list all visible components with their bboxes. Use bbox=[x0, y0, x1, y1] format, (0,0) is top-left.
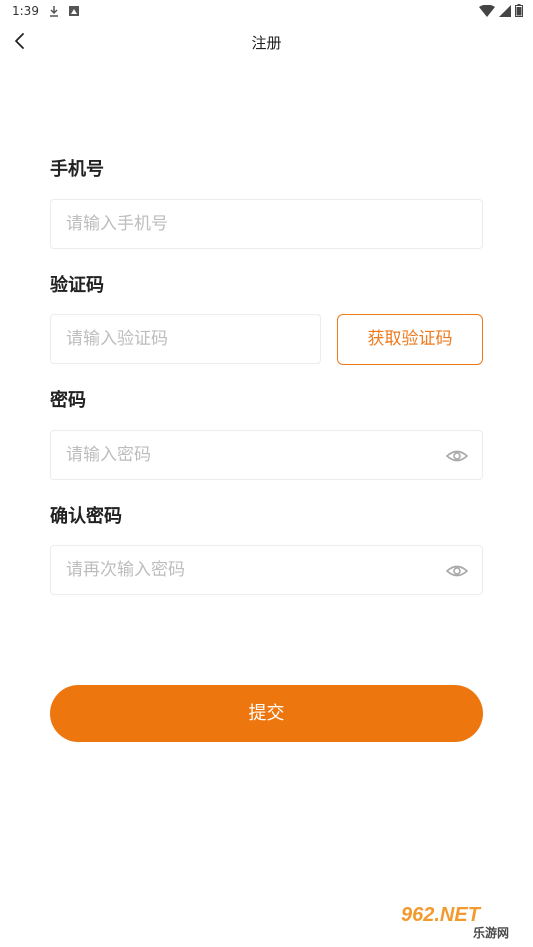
code-input[interactable] bbox=[66, 315, 305, 363]
eye-icon bbox=[445, 450, 469, 462]
watermark-brand: 962.NET bbox=[401, 904, 482, 926]
password-label: 密码 bbox=[50, 390, 86, 411]
watermark-sub: 乐游网 bbox=[473, 925, 509, 940]
confirm-password-input[interactable] bbox=[66, 546, 437, 594]
password-input[interactable] bbox=[66, 431, 437, 479]
code-field[interactable] bbox=[50, 314, 321, 364]
wifi-icon bbox=[479, 4, 495, 17]
phone-label: 手机号 bbox=[50, 159, 104, 180]
signal-icon bbox=[499, 4, 511, 17]
image-icon bbox=[69, 6, 79, 16]
confirm-password-label: 确认密码 bbox=[50, 506, 122, 527]
status-system-icons bbox=[479, 4, 523, 17]
code-label: 验证码 bbox=[50, 275, 104, 296]
status-bar: 1:39 bbox=[0, 0, 533, 24]
get-code-button[interactable]: 获取验证码 bbox=[337, 314, 483, 365]
download-icon bbox=[50, 6, 58, 17]
password-visibility-toggle[interactable] bbox=[445, 447, 469, 465]
eye-icon bbox=[445, 565, 469, 577]
page-title: 注册 bbox=[251, 34, 282, 52]
submit-button[interactable]: 提交 bbox=[50, 685, 483, 742]
password-field[interactable] bbox=[50, 430, 483, 480]
status-notification-icons bbox=[48, 5, 80, 17]
status-time: 1:39 bbox=[12, 4, 39, 18]
nav-bar: 注册 bbox=[0, 24, 533, 60]
confirm-password-visibility-toggle[interactable] bbox=[445, 562, 469, 580]
battery-icon bbox=[515, 4, 523, 17]
phone-field[interactable] bbox=[50, 199, 483, 249]
confirm-password-field[interactable] bbox=[50, 545, 483, 595]
phone-input[interactable] bbox=[66, 200, 437, 248]
watermark-logo: 962.NET 乐游网 bbox=[395, 899, 527, 941]
